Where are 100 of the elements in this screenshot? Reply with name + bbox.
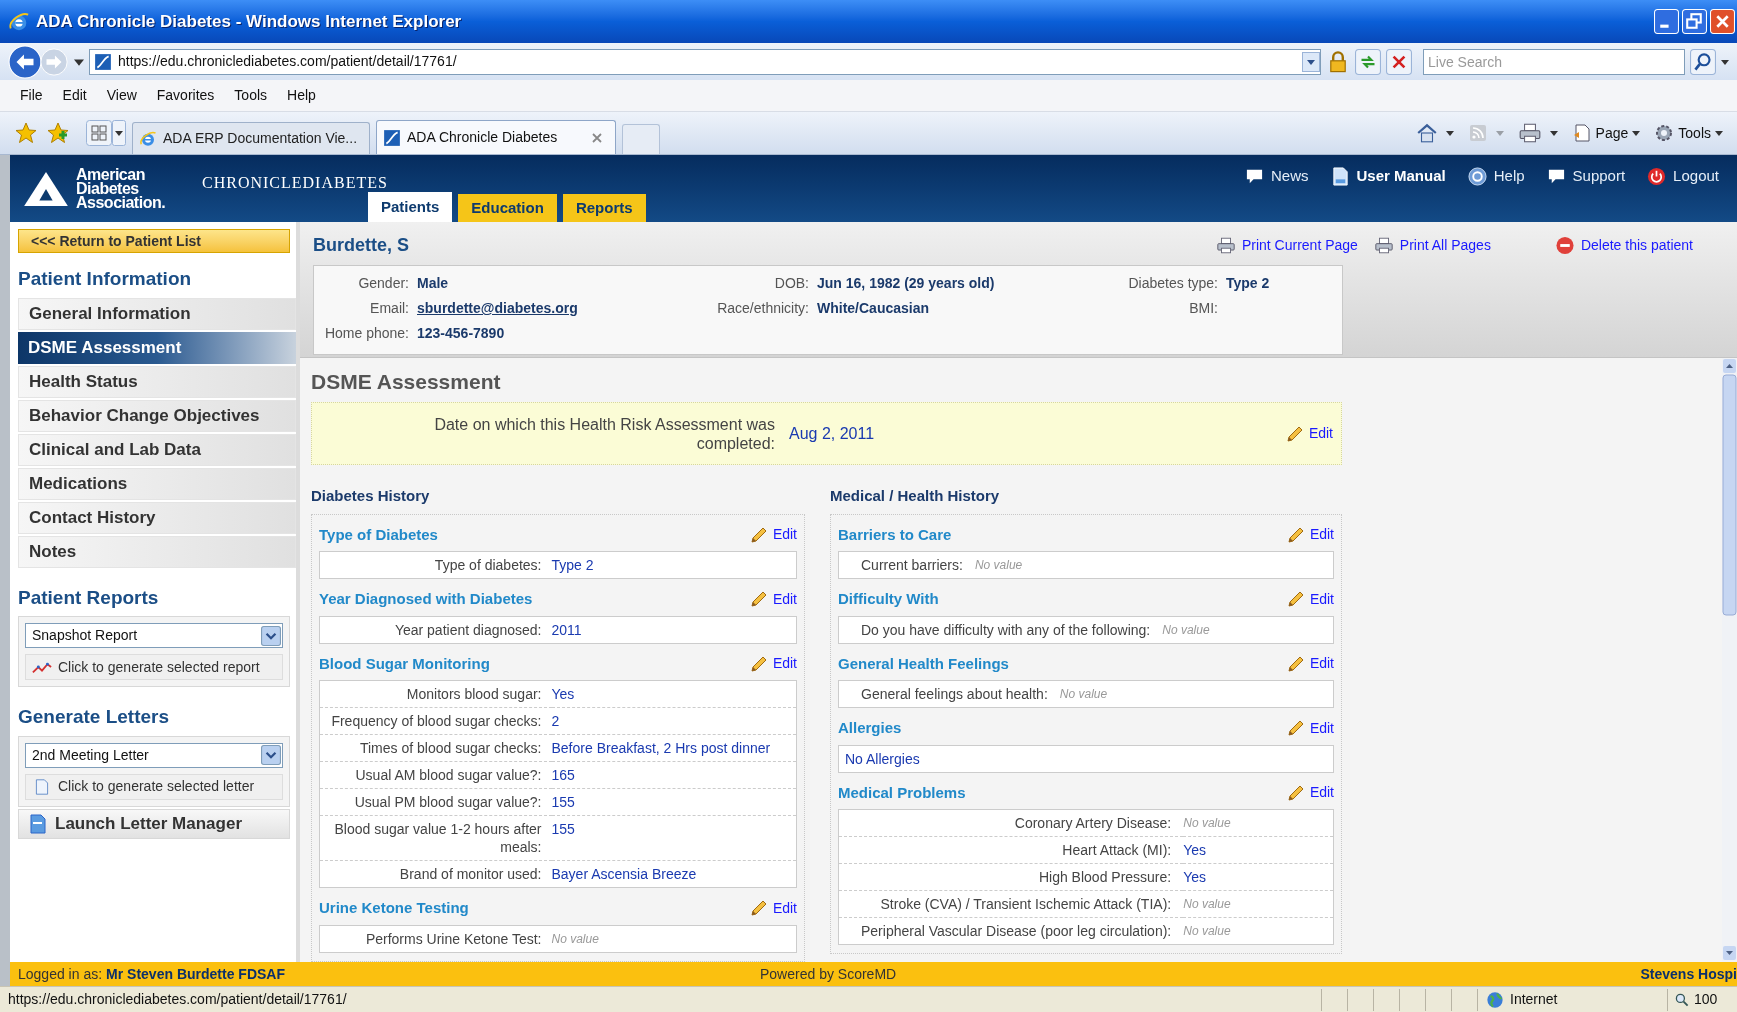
action-link[interactable]: Print Current Page — [1215, 235, 1358, 256]
action-link[interactable]: Delete this patient — [1554, 235, 1693, 256]
caret-icon[interactable] — [1549, 129, 1558, 137]
header-link[interactable]: Support — [1546, 165, 1626, 188]
address-field[interactable]: https://edu.chroniclediabetes.com/patient/detail/17761/ — [89, 48, 1321, 75]
caret-icon — [1715, 129, 1723, 137]
favorites-star-icon[interactable] — [14, 121, 38, 145]
menu-item[interactable]: View — [96, 85, 147, 106]
letter-select[interactable]: 2nd Meeting Letter — [25, 742, 283, 768]
report-select[interactable]: Snapshot Report — [25, 623, 283, 648]
edit-link[interactable]: Edit — [748, 897, 797, 919]
caret-icon — [1632, 129, 1641, 137]
header-link[interactable]: Help — [1467, 165, 1525, 188]
field-label: Home phone: — [323, 324, 409, 343]
edit-link[interactable]: Edit — [1285, 717, 1334, 739]
return-button[interactable]: <<< Return to Patient List — [18, 229, 290, 253]
pencil-icon — [1285, 589, 1306, 610]
section-title: General Health Feelings — [838, 653, 1009, 674]
page-icon — [94, 52, 112, 71]
letter-manager-button[interactable]: Launch Letter Manager — [18, 808, 290, 839]
field-label: High Blood Pressure: — [838, 863, 1184, 891]
edit-link[interactable]: Edit — [748, 588, 797, 610]
printer-icon — [1215, 236, 1236, 255]
edit-link[interactable]: Edit — [1285, 653, 1334, 675]
section-heading: Generate Letters — [18, 705, 170, 729]
header-link[interactable]: User Manual — [1330, 165, 1446, 188]
caret-icon[interactable] — [1445, 129, 1454, 137]
restore-button[interactable] — [1682, 9, 1707, 34]
sidebar-item[interactable]: Medications — [18, 467, 296, 500]
edit-link[interactable]: Edit — [1285, 782, 1334, 804]
menu-item[interactable]: File — [10, 85, 53, 106]
printer-icon[interactable] — [1517, 122, 1542, 144]
tab-list-button[interactable] — [112, 120, 126, 146]
dropdown-button[interactable] — [1302, 50, 1320, 73]
field-value: Type 2 — [551, 551, 797, 579]
globe-icon — [1486, 990, 1504, 1009]
menu-item[interactable]: Favorites — [146, 85, 225, 106]
stop-button[interactable] — [1386, 48, 1412, 75]
field-label: Times of blood sugar checks: — [319, 734, 552, 762]
sidebar-item[interactable]: Contact History — [18, 501, 296, 534]
back-button[interactable] — [8, 44, 42, 79]
sidebar-item[interactable]: Behavior Change Objectives — [18, 399, 296, 432]
search-button[interactable] — [1690, 48, 1716, 75]
minimize-button[interactable] — [1654, 9, 1679, 34]
nav-tab[interactable]: Patients — [368, 192, 453, 222]
field-value: Yes — [1183, 863, 1334, 891]
pencil-icon — [1285, 718, 1306, 739]
home-icon[interactable] — [1415, 122, 1438, 144]
nav-tab[interactable]: Reports — [562, 194, 646, 222]
zone-text: Internet — [1510, 990, 1558, 1009]
menu-item[interactable]: Tools — [224, 85, 278, 106]
edit-link[interactable]: Edit — [1285, 588, 1334, 610]
header-link[interactable]: News — [1245, 165, 1309, 188]
field-value: No value — [1059, 680, 1334, 708]
menu-item[interactable]: Edit — [52, 85, 97, 106]
field-value: Yes — [551, 680, 797, 708]
generate-letter-button[interactable]: Click to generate selected letter — [25, 773, 283, 800]
search-field[interactable]: Live Search — [1423, 48, 1685, 75]
power-icon — [1647, 166, 1667, 186]
generate-report-button[interactable]: Click to generate selected report — [25, 654, 283, 680]
sidebar-item[interactable]: General Information — [18, 297, 296, 330]
nav-tab[interactable]: Education — [458, 194, 557, 222]
menu-item[interactable]: Help — [277, 85, 326, 106]
column-heading: Diabetes History — [311, 486, 431, 506]
logo-text: Association. — [76, 195, 166, 210]
edit-link[interactable]: Edit — [748, 653, 797, 675]
printer-icon — [1373, 236, 1394, 255]
edit-link[interactable]: Edit — [748, 524, 797, 546]
sidebar-item[interactable]: DSME Assessment — [18, 331, 296, 364]
action-link[interactable]: Print All Pages — [1373, 235, 1491, 256]
email-link[interactable]: sburdette@diabetes.org — [417, 298, 687, 319]
add-favorite-icon[interactable] — [46, 121, 70, 145]
field-label: General feelings about health: — [838, 680, 1060, 708]
zoom-icon[interactable] — [1674, 991, 1690, 1008]
close-button[interactable] — [1710, 9, 1735, 34]
field-label: Year patient diagnosed: — [319, 616, 552, 643]
scrollbar[interactable] — [1722, 358, 1737, 962]
section-title: Allergies — [838, 718, 902, 738]
refresh-button[interactable] — [1355, 48, 1381, 75]
quick-tabs-button[interactable] — [86, 120, 112, 146]
close-tab-icon[interactable] — [591, 131, 603, 144]
window-title: ADA Chronicle Diabetes - Windows Internet Explorer — [36, 10, 463, 33]
field-label: Type of diabetes: — [319, 551, 552, 579]
sidebar-item[interactable]: Health Status — [18, 365, 296, 398]
edit-link[interactable]: Edit — [1284, 423, 1333, 444]
caret-icon[interactable] — [1721, 57, 1729, 66]
browser-tab[interactable]: ADA Chronicle Diabetes — [376, 120, 616, 154]
help-icon — [1467, 166, 1487, 186]
sidebar-item[interactable]: Clinical and Lab Data — [18, 433, 296, 466]
browser-tab[interactable]: ADA ERP Documentation Vie... — [132, 122, 370, 154]
gear-icon — [1654, 123, 1675, 143]
toolbar-button[interactable]: Tools — [1654, 122, 1723, 144]
sidebar-item[interactable]: Notes — [18, 535, 296, 568]
field-value: Jun 16, 1982 (29 years old) — [817, 274, 996, 293]
zoom-level[interactable]: 100 — [1694, 989, 1718, 1010]
field-value: 2 — [551, 707, 797, 735]
powered-by-text: Powered by ScoreMD — [760, 964, 897, 984]
header-link[interactable]: Logout — [1647, 165, 1719, 188]
toolbar-button[interactable]: Page — [1571, 122, 1641, 144]
edit-link[interactable]: Edit — [1285, 524, 1334, 546]
